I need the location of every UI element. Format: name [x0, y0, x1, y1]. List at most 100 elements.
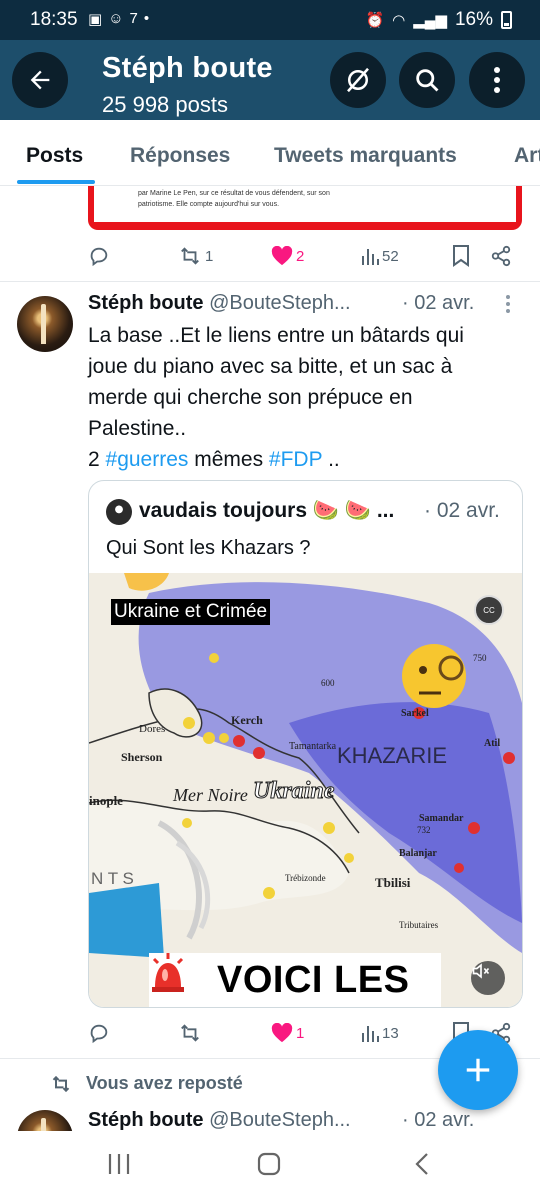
profile-header: Stéph boute 25 998 posts: [0, 40, 540, 120]
back-button[interactable]: [12, 52, 68, 108]
like-button[interactable]: 1: [271, 1023, 304, 1043]
home-button[interactable]: [256, 1151, 282, 1182]
label-750: 750: [473, 653, 487, 663]
heart-filled-icon: [271, 246, 293, 266]
label-samandar: Samandar: [419, 813, 464, 824]
repost-icon: [181, 1024, 199, 1042]
wifi-icon: ◠: [392, 12, 406, 29]
grok-button[interactable]: [330, 52, 386, 108]
battery-icon: [501, 11, 512, 29]
arrow-left-icon: [30, 70, 50, 90]
prev-card-line-1: par Marine Le Pen, sur ce résultat de vo…: [138, 190, 330, 197]
tweet-date[interactable]: · 02 avr.: [402, 292, 474, 315]
quoted-text: Qui Sont les Khazars ?: [106, 537, 311, 559]
prev-tweet-media[interactable]: par Marine Le Pen, sur ce résultat de vo…: [88, 186, 522, 230]
signal-icon: ▂▄▆: [413, 12, 447, 29]
text-fragment: ..: [322, 448, 340, 471]
quoted-name: vaudais toujours 🍉 🍉 ...: [139, 499, 395, 522]
share-button[interactable]: [490, 245, 512, 267]
recent-apps-button[interactable]: [106, 1151, 132, 1182]
views-button[interactable]: 13: [361, 1024, 399, 1042]
repost-icon: [52, 1075, 70, 1092]
chevron-left-icon: [415, 1153, 428, 1175]
author-handle[interactable]: @BouteSteph...: [209, 1109, 351, 1131]
label-balanjar: Balanjar: [399, 848, 437, 859]
alarm-icon: ⏰: [365, 12, 385, 29]
repost-notice: Vous avez reposté: [50, 1073, 243, 1094]
views-count: 52: [382, 247, 399, 265]
author-handle[interactable]: @BouteSteph...: [209, 292, 351, 314]
hashtag-fdp[interactable]: #FDP: [269, 448, 322, 471]
status-right: ⏰ ◠ ▂▄▆ 16%: [365, 9, 512, 31]
views-count: 13: [382, 1024, 399, 1042]
tweet-line: joue du piano avec sa bitte, et un sac à: [88, 355, 453, 378]
avatar[interactable]: [17, 296, 73, 352]
views-icon: [362, 1026, 379, 1042]
status-time: 18:35: [30, 9, 78, 30]
tweet-date[interactable]: · 02 avr.: [402, 1109, 474, 1132]
views-button[interactable]: 52: [361, 247, 399, 265]
tab-posts[interactable]: Posts: [26, 144, 83, 168]
tweet-more-button[interactable]: [505, 294, 511, 320]
tweet-line: La base ..Et le liens entre un bâtards q…: [88, 324, 464, 347]
captions-button[interactable]: CC: [474, 595, 504, 625]
like-count: 1: [296, 1024, 305, 1042]
label-732: 732: [417, 825, 431, 835]
mute-button[interactable]: [471, 961, 505, 995]
tweet-header: Stéph boute @BouteSteph...: [88, 292, 351, 315]
profile-tabs: Posts Réponses Tweets marquants Art: [0, 120, 540, 186]
like-count: 2: [296, 247, 305, 265]
tweet-line: merde qui cherche son prépuce en: [88, 386, 413, 409]
repost-button[interactable]: 1: [178, 245, 213, 267]
label-inople: inople: [89, 793, 123, 808]
video-player[interactable]: KHAZARIE Ukraine Mer Noire Kerch Dores S…: [89, 573, 522, 1007]
tab-articles[interactable]: Art: [514, 144, 540, 168]
bookmark-button[interactable]: [452, 245, 470, 267]
search-icon: [416, 69, 439, 92]
reply-button[interactable]: [88, 1022, 110, 1044]
tweet-header: Stéph boute @BouteSteph...: [88, 1109, 351, 1132]
repost-count: 1: [205, 247, 214, 265]
page-title: Stéph boute: [102, 52, 273, 84]
more-vertical-icon: [494, 67, 500, 93]
quoted-tweet[interactable]: vaudais toujours 🍉 🍉 ... · 02 avr. Qui S…: [88, 480, 523, 1008]
tab-replies[interactable]: Réponses: [130, 144, 230, 168]
divider: [0, 281, 540, 282]
label-sherson: Sherson: [121, 750, 163, 764]
gallery-icon: ▣: [88, 11, 103, 28]
active-tab-indicator: [17, 180, 95, 184]
reply-icon: [90, 1024, 108, 1044]
label-tamantarka: Tamantarka: [289, 741, 337, 752]
heart-filled-icon: [271, 1023, 293, 1043]
tab-highlights[interactable]: Tweets marquants: [274, 144, 457, 168]
compose-button[interactable]: [438, 1030, 518, 1110]
like-button[interactable]: 2: [271, 246, 304, 266]
more-options-button[interactable]: [469, 52, 525, 108]
post-count: 25 998 posts: [102, 92, 228, 117]
reply-button[interactable]: [88, 245, 110, 267]
text-fragment: 2: [88, 448, 106, 471]
prev-card-line-2: patriotisme. Elle compte aujourd'hui sur…: [138, 201, 280, 208]
repost-notice-text: Vous avez reposté: [86, 1073, 243, 1093]
author-name[interactable]: Stéph boute: [88, 292, 204, 314]
system-nav-bar: [0, 1131, 540, 1199]
app-7-icon: 7: [129, 10, 138, 27]
banner-text: VOICI LES: [217, 959, 410, 1001]
home-icon: [257, 1152, 281, 1176]
dot-icon: •: [143, 10, 150, 27]
label-khazarie: KHAZARIE: [337, 743, 448, 768]
repost-icon: [181, 247, 199, 265]
label-tbilisi: Tbilisi: [375, 875, 411, 890]
label-trebizonde: Trébizonde: [285, 873, 326, 883]
back-nav-button[interactable]: [410, 1151, 436, 1182]
label-ntis: N T S: [91, 869, 134, 888]
tweet-line: Palestine..: [88, 417, 187, 440]
views-icon: [362, 249, 379, 265]
video-caption: Ukraine et Crimée: [111, 599, 271, 625]
author-name[interactable]: Stéph boute: [88, 1109, 204, 1131]
label-kerch: Kerch: [231, 713, 263, 727]
hashtag-guerres[interactable]: #guerres: [106, 448, 189, 471]
repost-button[interactable]: [178, 1022, 202, 1044]
search-button[interactable]: [399, 52, 455, 108]
label-atil: Atil: [484, 738, 501, 749]
